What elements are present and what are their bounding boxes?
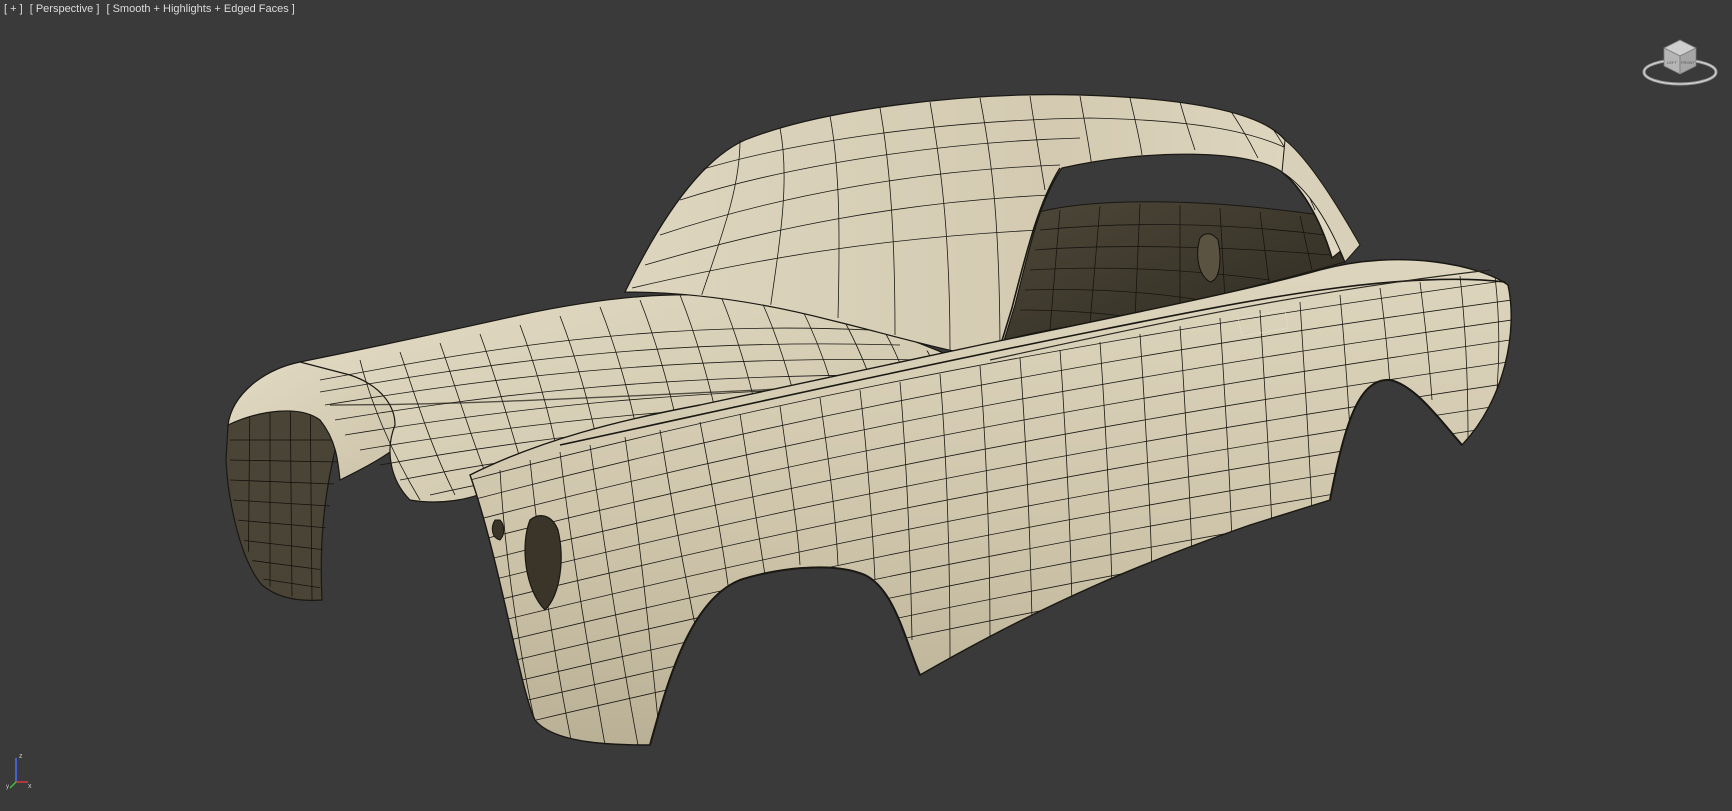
viewport-shading-menu[interactable]: [ Smooth + Highlights + Edged Faces ]	[106, 3, 294, 15]
viewcube-face-front[interactable]: FRONT	[1681, 60, 1695, 65]
viewport-label-bar: [ + ] [ Perspective ] [ Smooth + Highlig…	[4, 3, 295, 15]
axis-tripod-icon: z x y	[6, 753, 32, 790]
perspective-viewport[interactable]: [ + ] [ Perspective ] [ Smooth + Highlig…	[0, 0, 1732, 811]
viewcube-face-left[interactable]: LEFT	[1667, 60, 1677, 65]
car-body-mesh[interactable]	[0, 0, 1732, 811]
axis-z-label: z	[19, 753, 23, 760]
viewcube-icon[interactable]: LEFT FRONT	[1640, 34, 1720, 88]
axis-x-label: x	[28, 783, 32, 790]
viewport-general-menu[interactable]: [ + ]	[4, 3, 23, 15]
viewport-point-of-view-menu[interactable]: [ Perspective ]	[30, 3, 100, 15]
axis-y-label: y	[6, 784, 9, 790]
